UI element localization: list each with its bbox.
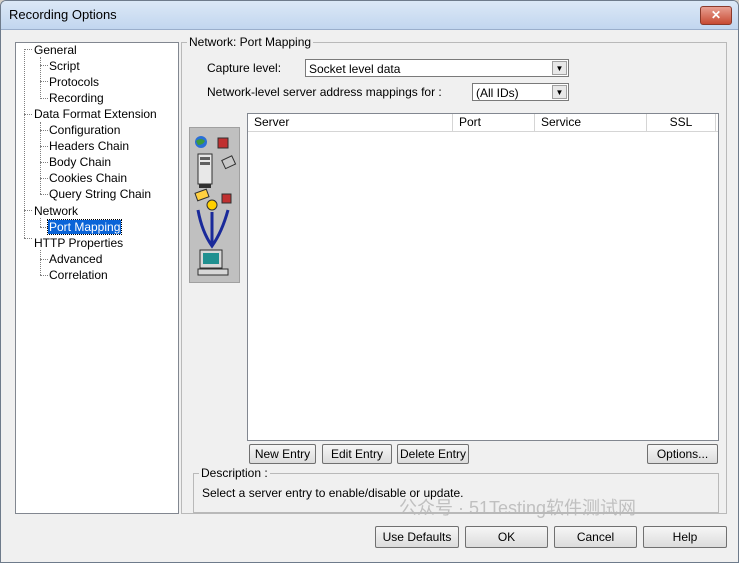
tree-line — [40, 122, 41, 194]
tree-line — [24, 49, 32, 50]
tree-line — [40, 98, 48, 99]
network-illustration — [189, 127, 240, 283]
chevron-down-icon[interactable]: ▼ — [552, 85, 567, 99]
tree-item-cookies-chain[interactable]: Cookies Chain — [49, 171, 127, 185]
tree-item-http-properties[interactable]: HTTP Properties — [34, 236, 123, 250]
tree-line — [24, 210, 32, 211]
tree-line — [40, 65, 48, 66]
description-text: Select a server entry to enable/disable … — [202, 486, 464, 500]
tree-line — [40, 227, 48, 228]
tree-item-configuration[interactable]: Configuration — [49, 123, 120, 137]
dialog-client: General Script Protocols Recording Data … — [1, 30, 738, 562]
tree-line — [40, 57, 41, 99]
delete-entry-button[interactable]: Delete Entry — [397, 444, 469, 464]
description-title: Description : — [199, 466, 270, 480]
window-title: Recording Options — [9, 7, 117, 22]
tree-item-general[interactable]: General — [34, 43, 77, 57]
tree-item-protocols[interactable]: Protocols — [49, 75, 99, 89]
table-header: Server Port Service SSL — [248, 114, 718, 132]
options-tree[interactable]: General Script Protocols Recording Data … — [15, 42, 179, 514]
capture-level-label: Capture level: — [207, 61, 282, 75]
ok-button[interactable]: OK — [465, 526, 548, 548]
recording-options-window: Recording Options ✕ General Script Proto… — [0, 0, 739, 563]
tree-item-port-mapping[interactable]: Port Mapping — [46, 219, 123, 235]
tree-line — [40, 130, 48, 131]
tree-line — [24, 238, 32, 239]
edit-entry-button[interactable]: Edit Entry — [322, 444, 392, 464]
connection-icon — [194, 188, 232, 249]
tree-item-network[interactable]: Network — [34, 204, 78, 218]
tree-item-data-format-extension[interactable]: Data Format Extension — [34, 107, 157, 121]
network-illustration-svg — [194, 136, 237, 276]
computer-icon — [197, 249, 229, 276]
mapping-label: Network-level server address mappings fo… — [207, 85, 442, 99]
group-title: Network: Port Mapping — [187, 35, 314, 49]
column-header-ssl[interactable]: SSL — [647, 114, 716, 131]
title-bar[interactable]: Recording Options ✕ — [1, 1, 738, 30]
options-button[interactable]: Options... — [647, 444, 718, 464]
tree-line — [40, 250, 41, 275]
use-defaults-button[interactable]: Use Defaults — [375, 526, 459, 548]
help-button[interactable]: Help — [643, 526, 727, 548]
mapping-ids-select[interactable]: (All IDs) ▼ — [472, 83, 569, 101]
tree-line — [40, 218, 41, 227]
tree-line — [40, 275, 48, 276]
close-button[interactable]: ✕ — [700, 6, 732, 25]
tree-item-script[interactable]: Script — [49, 59, 80, 73]
tree-line — [40, 178, 48, 179]
tree-item-recording[interactable]: Recording — [49, 91, 104, 105]
server-icon — [197, 153, 213, 188]
cancel-button[interactable]: Cancel — [554, 526, 637, 548]
tree-item-body-chain[interactable]: Body Chain — [49, 155, 111, 169]
port-mapping-table[interactable]: Server Port Service SSL — [247, 113, 719, 441]
capture-level-value: Socket level data — [309, 62, 401, 76]
tree-item-correlation[interactable]: Correlation — [49, 268, 108, 282]
globe-icon — [195, 136, 207, 148]
column-header-port[interactable]: Port — [453, 114, 535, 131]
tree-item-query-string-chain[interactable]: Query String Chain — [49, 187, 151, 201]
tree-line — [40, 194, 48, 195]
tree-line — [40, 162, 48, 163]
tree-line — [40, 81, 48, 82]
new-entry-button[interactable]: New Entry — [249, 444, 316, 464]
tree-line — [40, 146, 48, 147]
mapping-ids-value: (All IDs) — [476, 86, 519, 100]
chevron-down-icon[interactable]: ▼ — [552, 61, 567, 75]
tree-line — [24, 114, 32, 115]
column-header-service[interactable]: Service — [535, 114, 647, 131]
tree-line — [40, 259, 48, 260]
tree-item-advanced[interactable]: Advanced — [49, 252, 102, 266]
capture-level-select[interactable]: Socket level data ▼ — [305, 59, 569, 77]
column-header-server[interactable]: Server — [248, 114, 453, 131]
database-icon — [217, 137, 237, 170]
tree-item-headers-chain[interactable]: Headers Chain — [49, 139, 129, 153]
